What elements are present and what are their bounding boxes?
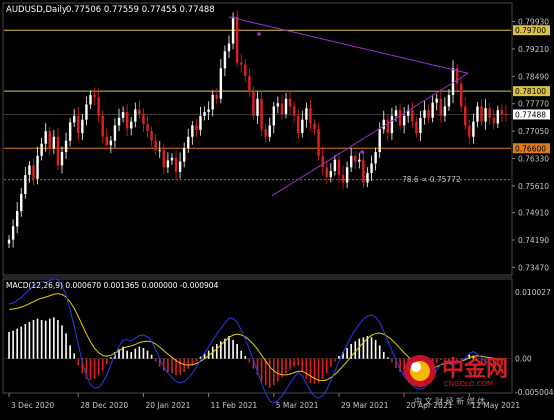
date-tick-label: 20 Jan 2021 [145,401,190,410]
level-price-label: 0.79700 [515,26,546,35]
price-tick-label: 0.77770 [518,100,549,109]
date-tick-label: 5 Mar 2021 [276,401,319,410]
macd-tick-label: -0.005004 [515,388,554,397]
price-tick-label: 0.79210 [518,45,549,54]
price-tick-label: 0.74190 [518,236,549,245]
fib-level-label: 78.6 = 0.75772 [402,175,461,184]
watermark-site: CNGOLD.COM [444,380,493,388]
level-price-label: 0.77488 [515,110,546,119]
macd-header: MACD(12,26,9) 0.000670 0.001365 0.000000… [6,281,219,290]
trading-chart-window[interactable]: 0.79700 0.78100 0.77488 0.76600 0.010027 0.0… [0,0,554,416]
date-tick-label: 28 Dec 2020 [80,401,128,410]
price-tick-label: 0.79930 [518,17,549,26]
date-tick-label: 11 Feb 2021 [211,401,258,410]
trendline-anchor-point[interactable] [360,150,364,154]
macd-tick-label: 0.010027 [515,288,551,297]
level-price-label: 0.78100 [515,87,546,96]
price-tick-label: 0.77050 [518,127,549,136]
date-tick-label: 29 Mar 2021 [341,401,389,410]
watermark-tagline: 中 文 财 经 新 媒 体 [414,396,485,406]
price-tick-label: 0.73470 [518,263,549,272]
price-tick-label: 0.74910 [518,209,549,218]
price-tick-label: 0.75610 [518,182,549,191]
level-price-label: 0.76600 [515,144,546,153]
ohlc-values: 0.77506 0.77559 0.77455 0.77488 [66,5,215,15]
candle [252,86,255,121]
trendline-anchor-point[interactable] [257,32,261,36]
date-tick-label: 3 Dec 2020 [11,401,54,410]
watermark-brand: 中金网 [442,356,508,382]
price-tick-label: 0.78490 [518,72,549,81]
symbol-title: AUDUSD,Daily [6,5,67,15]
macd-tick-label: 0.00 [515,355,532,364]
price-tick-label: 0.76330 [518,155,549,164]
